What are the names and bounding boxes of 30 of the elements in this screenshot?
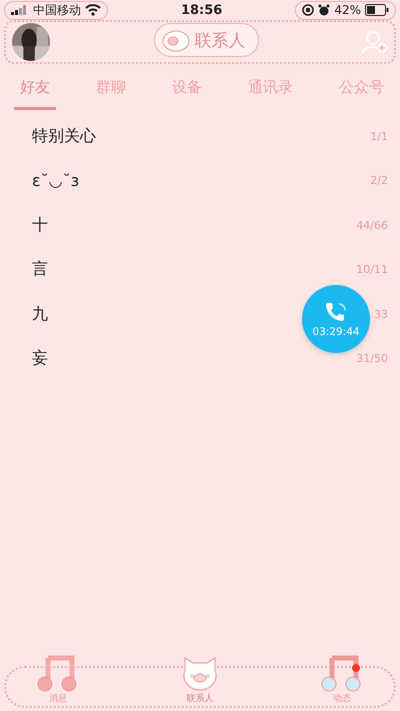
- page-title: 联系人: [194, 30, 246, 52]
- battery-percent: 42%: [334, 3, 361, 17]
- tab[interactable]: 公众号: [333, 72, 390, 110]
- clock-time: 18:56: [180, 2, 222, 18]
- signal-icon: [11, 5, 29, 15]
- group-count: 1/1: [370, 130, 388, 143]
- group-count: 10/11: [356, 263, 388, 276]
- call-button[interactable]: 03:29:44: [302, 285, 370, 353]
- group-name[interactable]: 十: [32, 214, 48, 236]
- nav-tab[interactable]: 消息: [36, 654, 80, 705]
- nav-tab[interactable]: 动态: [320, 654, 364, 705]
- battery-icon: [365, 4, 389, 16]
- carrier-name: 中国移动: [33, 2, 81, 18]
- group-count: 31/50: [356, 352, 388, 366]
- tab[interactable]: 设备: [166, 72, 208, 110]
- group-name[interactable]: 特别关心: [32, 126, 96, 147]
- group-count: 33: [374, 308, 388, 321]
- tab[interactable]: 通讯录: [242, 72, 299, 110]
- group-name[interactable]: 九: [32, 304, 48, 325]
- group-name[interactable]: ε˘◡˘з: [32, 171, 80, 190]
- group-name[interactable]: 言: [32, 259, 48, 280]
- tab[interactable]: 好友: [14, 72, 56, 110]
- group-count: 44/66: [356, 218, 388, 232]
- tab[interactable]: 群聊: [90, 72, 132, 110]
- group-count: 2/2: [370, 174, 388, 188]
- rotation-lock-icon: [302, 4, 314, 16]
- nav-tab[interactable]: 联系人: [179, 654, 221, 705]
- wifi-icon: [85, 4, 101, 16]
- phone-icon: [324, 300, 348, 322]
- group-name[interactable]: 妄: [32, 348, 48, 370]
